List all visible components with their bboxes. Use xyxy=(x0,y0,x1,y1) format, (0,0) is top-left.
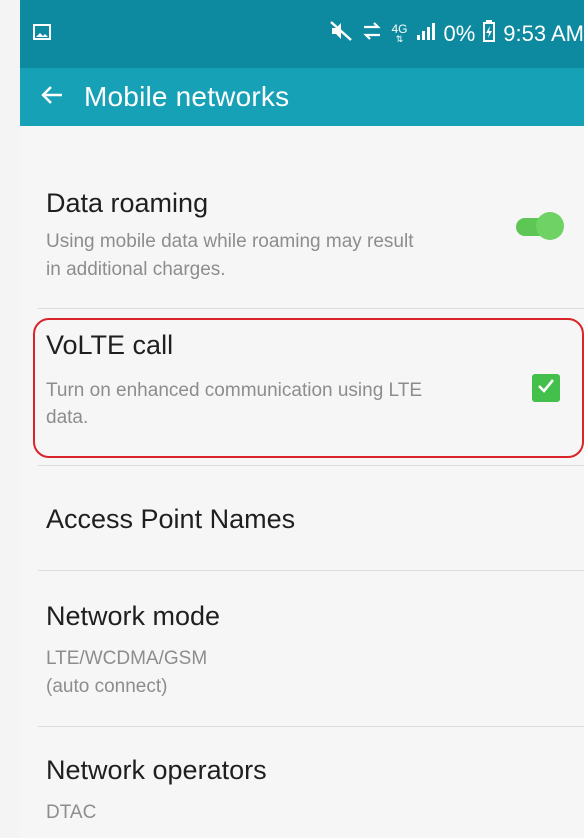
data-roaming-subtitle-1: Using mobile data while roaming may resu… xyxy=(46,231,414,252)
data-roaming-row[interactable]: Data roaming Using mobile data while roa… xyxy=(20,126,584,308)
access-point-names-title: Access Point Names xyxy=(46,504,296,534)
battery-icon xyxy=(483,20,496,48)
app-bar: Mobile networks xyxy=(20,68,584,126)
clock: 9:53 AM xyxy=(503,21,584,46)
signal-icon xyxy=(415,21,436,47)
data-roaming-toggle[interactable] xyxy=(512,212,564,240)
toggle-thumb xyxy=(536,212,564,240)
access-point-names-row[interactable]: Access Point Names xyxy=(20,466,584,570)
status-right: 4G ⇅ 0% 9:53 AM xyxy=(329,19,584,49)
network-operators-title: Network operators xyxy=(46,755,267,785)
back-button[interactable] xyxy=(20,68,84,126)
data-roaming-title: Data roaming xyxy=(46,188,209,218)
data-roaming-subtitle-2: in additional charges. xyxy=(46,259,226,280)
volte-highlight-outline xyxy=(33,318,584,458)
network-operators-row[interactable]: Network operators DTAC xyxy=(20,727,584,838)
network-badge: 4G xyxy=(391,22,408,36)
status-bar: 4G ⇅ 0% 9:53 AM xyxy=(20,0,584,68)
network-mode-subtitle-2: (auto connect) xyxy=(46,676,168,697)
data-transfer-icon xyxy=(361,20,383,48)
network-mode-row[interactable]: Network mode LTE/WCDMA/GSM (auto connect… xyxy=(20,571,584,726)
battery-percent: 0% xyxy=(443,21,476,46)
network-mode-title: Network mode xyxy=(46,601,221,631)
settings-list: Data roaming Using mobile data while roa… xyxy=(20,126,584,838)
network-operators-subtitle: DTAC xyxy=(46,802,97,823)
mute-icon xyxy=(329,19,353,49)
network-mode-subtitle-1: LTE/WCDMA/GSM xyxy=(46,648,208,669)
status-left xyxy=(32,22,329,47)
4g-icon: 4G ⇅ xyxy=(391,22,408,44)
image-icon xyxy=(32,22,52,47)
page-title: Mobile networks xyxy=(84,81,290,112)
arrow-left-icon xyxy=(39,82,65,113)
